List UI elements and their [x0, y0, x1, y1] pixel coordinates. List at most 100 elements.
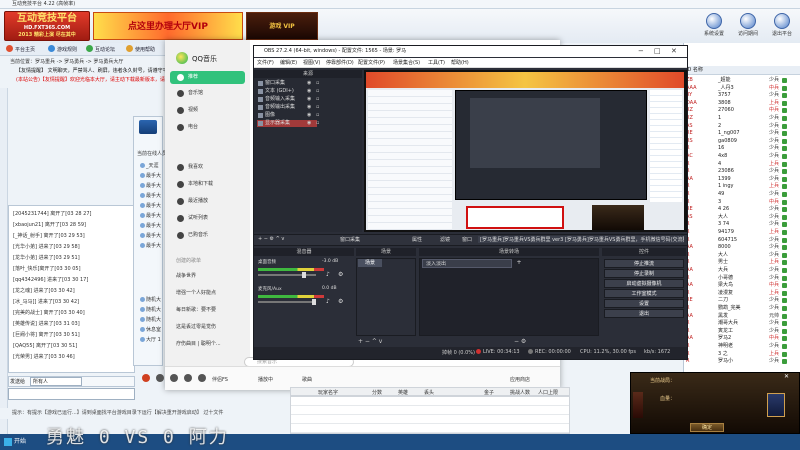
studio-mode-button[interactable]: 工作室模式 — [604, 289, 684, 298]
user-row[interactable]: R3中兵 — [686, 199, 798, 206]
user-row[interactable]: RZ 27060 中兵 — [686, 107, 798, 114]
nav-home[interactable]: 平台主页 — [6, 45, 35, 54]
qq-playlist[interactable]: 疗伤曲目 | 聪明个... — [176, 340, 221, 347]
play-icon[interactable] — [170, 374, 178, 382]
menu-scene-collection[interactable]: 场景集合(S) — [393, 59, 420, 66]
close-icon[interactable]: ✕ — [671, 47, 677, 55]
member-row[interactable]: 最手大 — [140, 172, 161, 179]
member-row[interactable]: 最手大 — [140, 242, 161, 249]
user-row[interactable]: R潮哥大兵少兵 — [686, 320, 798, 327]
eye-icon[interactable]: ◉ — [307, 104, 311, 110]
member-row[interactable]: 大厅 1 — [140, 336, 161, 343]
user-row[interactable]: R23086少兵 — [686, 168, 798, 175]
minimize-icon[interactable]: − — [638, 47, 644, 55]
user-row[interactable]: DAA 3808 上兵 — [686, 100, 798, 107]
qq-nav-library[interactable]: 音乐馆 — [170, 87, 245, 100]
menu-tools[interactable]: 工具(T) — [428, 59, 445, 66]
speaker-icon[interactable]: ♪ — [326, 271, 333, 278]
user-row[interactable]: R神明老少兵 — [686, 343, 798, 350]
user-row[interactable]: AS 大人 少兵 — [686, 214, 798, 221]
user-row[interactable]: RZ 1 少兵 — [686, 115, 798, 122]
qq-lyric-button[interactable]: 播放中 — [258, 376, 273, 383]
visit-button[interactable]: 访问期间 — [733, 13, 763, 37]
add-source-icon[interactable]: + − ⚙ ^ v — [258, 236, 284, 242]
filters-button[interactable]: 滤镜 — [440, 236, 450, 243]
lock-icon[interactable]: ▫ — [316, 88, 319, 94]
user-row[interactable]: AA 黑发 元帅 — [686, 313, 798, 320]
qq-settings-button[interactable]: 歌曲 — [302, 376, 312, 383]
user-row[interactable]: R寅龙工少兵 — [686, 328, 798, 335]
chat-log[interactable]: [2045231744] 离开了[03 28 27] [xbaojun21] 离… — [8, 205, 135, 373]
member-row[interactable]: _天涯 — [140, 162, 159, 169]
volume-slider[interactable] — [258, 274, 316, 276]
user-row[interactable]: R16少兵 — [686, 145, 798, 152]
nav-rules[interactable]: 游戏规则 — [48, 45, 77, 54]
gear-icon[interactable]: ⚙ — [338, 298, 345, 305]
game-ad-banner[interactable]: 游戏 VIP — [246, 12, 318, 40]
member-row[interactable]: 最手大 — [140, 222, 161, 229]
menu-view[interactable]: 视图(V) — [303, 59, 320, 66]
qq-playlist[interactable]: 增强一个人好能点 — [176, 289, 216, 296]
transition-select[interactable]: 淡入淡出 — [422, 259, 512, 268]
nav-forum[interactable]: 互动论坛 — [86, 45, 115, 54]
qq-my-local[interactable]: 本地和下载 — [170, 178, 245, 191]
user-row[interactable]: R3 之上兵 — [686, 351, 798, 358]
user-row[interactable]: R大人少兵 — [686, 252, 798, 259]
chat-target-select[interactable]: 所有人 — [30, 377, 82, 386]
vip-ad-banner[interactable]: 点这里办理大厅VIP — [93, 12, 243, 40]
close-icon[interactable]: ✕ — [784, 373, 789, 380]
user-row[interactable]: ZB _超能 少兵 — [686, 77, 798, 84]
user-row[interactable]: R1 ingy上兵 — [686, 183, 798, 190]
stop-streaming-button[interactable]: 停止推流 — [604, 259, 684, 268]
qq-playlist[interactable]: 这是丢过零是觉伤 — [176, 323, 216, 330]
qq-nav-recommend[interactable]: 推荐 — [170, 71, 245, 84]
user-row[interactable]: AS 2 少兵 — [686, 123, 798, 130]
qq-nav-radio[interactable]: 电台 — [170, 121, 245, 134]
member-row[interactable]: 最手大 — [140, 232, 161, 239]
user-row[interactable]: R604715少兵 — [686, 237, 798, 244]
user-row[interactable]: R3 74少兵 — [686, 221, 798, 228]
qq-nav-video[interactable]: 视频 — [170, 104, 245, 117]
user-row[interactable]: AA 罗马2 中兵 — [686, 335, 798, 342]
lock-icon[interactable]: ▫ — [316, 80, 319, 86]
system-settings-button[interactable]: 系统设置 — [699, 13, 729, 37]
user-row[interactable]: RS ga0809 少兵 — [686, 138, 798, 145]
lock-icon[interactable]: ▫ — [316, 96, 319, 102]
volume-slider[interactable] — [258, 301, 316, 303]
lock-icon[interactable]: ▫ — [316, 104, 319, 110]
eye-icon[interactable]: ◉ — [307, 88, 311, 94]
user-row[interactable]: AAA _人丹3 中兵 — [686, 85, 798, 92]
nav-help[interactable]: 使用帮助 — [126, 45, 155, 54]
member-row[interactable]: 随机大 — [140, 296, 161, 303]
maximize-icon[interactable]: □ — [654, 47, 661, 55]
prev-icon[interactable] — [156, 374, 164, 382]
user-row[interactable]: AA 梁大鸟 中兵 — [686, 282, 798, 289]
user-row[interactable]: R4上兵 — [686, 161, 798, 168]
start-button[interactable]: 开始 — [2, 436, 26, 448]
member-row[interactable]: 最手大 — [140, 192, 161, 199]
scene-add-remove-icons[interactable]: + − ^ v — [358, 338, 382, 345]
user-row[interactable]: RE 二刀 少兵 — [686, 297, 798, 304]
exit-button[interactable]: 退出 — [604, 309, 684, 318]
member-row[interactable]: 休息室 — [140, 326, 161, 333]
qq-my-liked[interactable]: 我喜欢 — [170, 161, 245, 174]
volume-knob[interactable] — [312, 299, 316, 305]
settings-button[interactable]: 设置 — [604, 299, 684, 308]
user-row[interactable]: R凌漫复上兵 — [686, 290, 798, 297]
qq-playlist[interactable]: 每日新歌：要不要 — [176, 306, 216, 313]
user-row[interactable]: RE 1_ng007 少兵 — [686, 130, 798, 137]
member-row[interactable]: 最手大 — [140, 202, 161, 209]
user-row[interactable]: R鹦鹉_完美少兵 — [686, 305, 798, 312]
eye-icon[interactable]: ◉ — [307, 80, 311, 86]
qq-app-store-button[interactable]: 应用商店 — [510, 376, 530, 383]
user-row[interactable]: AA 8000 少兵 — [686, 244, 798, 251]
eye-icon[interactable]: ◉ — [307, 96, 311, 102]
qq-my-trial[interactable]: 试听列表 — [170, 212, 245, 225]
user-row[interactable]: RY 3757 少兵 — [686, 92, 798, 99]
lock-icon[interactable]: ▫ — [316, 120, 319, 126]
window-select[interactable]: [罗马重兵]罗马重兵VS勇兵群里 ver3 [罗马勇兵]罗马重兵VS勇兵群里，手… — [478, 236, 684, 243]
eye-icon[interactable]: ◉ — [307, 120, 311, 126]
volume-icon[interactable] — [198, 374, 206, 382]
next-icon[interactable] — [184, 374, 192, 382]
qq-playlist[interactable]: 战争世界 — [176, 272, 196, 279]
